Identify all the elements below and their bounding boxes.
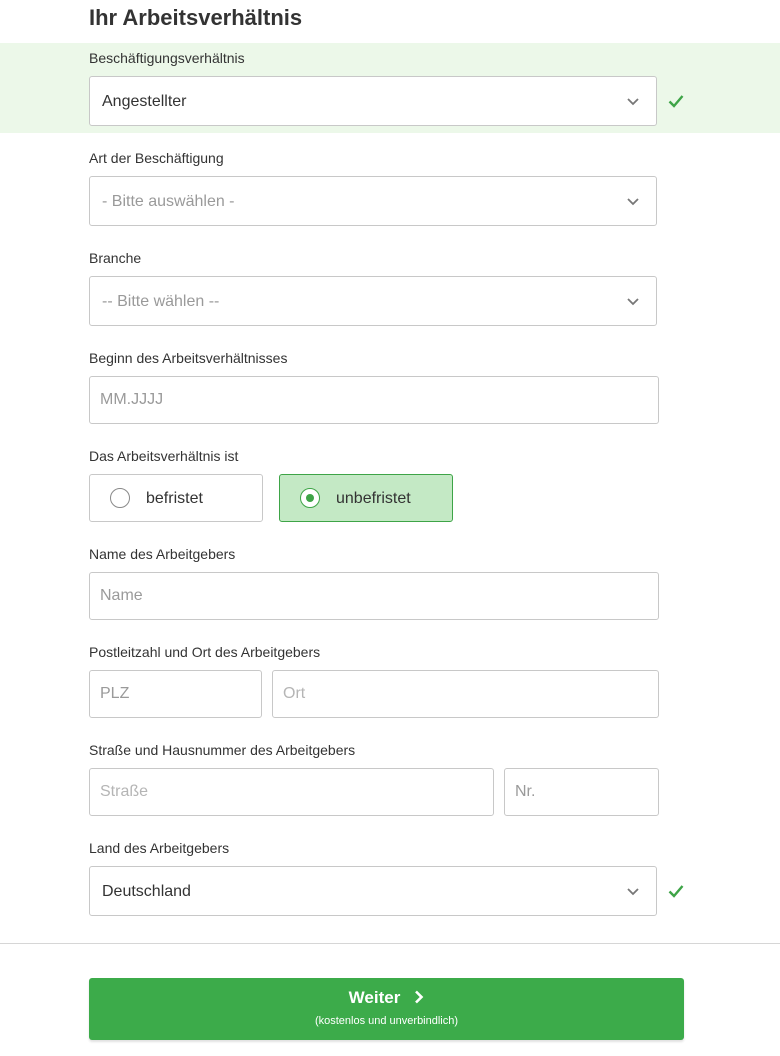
- next-button-main: Weiter: [89, 987, 684, 1009]
- next-button[interactable]: Weiter (kostenlos und unverbindlich): [89, 978, 684, 1040]
- industry-select[interactable]: -- Bitte wählen --: [89, 276, 657, 326]
- chevron-down-icon: [627, 98, 639, 106]
- city-input[interactable]: [272, 670, 659, 718]
- contract-option-label: unbefristet: [336, 490, 411, 507]
- checkmark-icon: [668, 885, 684, 898]
- next-button-label: Weiter: [348, 988, 401, 1007]
- next-button-sublabel: (kostenlos und unverbindlich): [314, 1015, 459, 1027]
- start-date-input[interactable]: [89, 376, 659, 424]
- section-title: Ihr Arbeitsverhältnis: [89, 5, 303, 30]
- contract-option-fixed-term[interactable]: befristet: [89, 474, 263, 522]
- checkmark-icon: [668, 95, 684, 108]
- industry-label: Branche: [89, 250, 142, 266]
- radio-unchecked-icon: [110, 488, 130, 508]
- chevron-down-icon: [627, 888, 639, 896]
- employer-country-select[interactable]: Deutschland: [89, 866, 657, 916]
- house-number-input[interactable]: [504, 768, 659, 816]
- industry-placeholder: -- Bitte wählen --: [102, 293, 220, 310]
- employment-status-label: Beschäftigungsverhältnis: [89, 50, 245, 66]
- employer-country-label: Land des Arbeitgebers: [89, 840, 230, 856]
- employer-name-label: Name des Arbeitgebers: [89, 546, 236, 562]
- street-input[interactable]: [89, 768, 494, 816]
- contract-option-label: befristet: [146, 490, 203, 507]
- employer-name-input[interactable]: [89, 572, 659, 620]
- divider: [0, 943, 780, 944]
- zip-input[interactable]: [89, 670, 262, 718]
- employment-type-select[interactable]: - Bitte auswählen -: [89, 176, 657, 226]
- employer-city-label: Postleitzahl und Ort des Arbeitgebers: [89, 644, 321, 660]
- chevron-down-icon: [627, 198, 639, 206]
- start-date-label: Beginn des Arbeitsverhältnisses: [89, 350, 288, 366]
- chevron-right-icon: [415, 990, 424, 1004]
- employment-status-value: Angestellter: [102, 93, 187, 110]
- employment-type-placeholder: - Bitte auswählen -: [102, 193, 235, 210]
- radio-checked-icon: [300, 488, 320, 508]
- employer-street-label: Straße und Hausnummer des Arbeitgebers: [89, 742, 356, 758]
- chevron-down-icon: [627, 298, 639, 306]
- contract-label: Das Arbeitsverhältnis ist: [89, 448, 239, 464]
- employment-status-select[interactable]: Angestellter: [89, 76, 657, 126]
- employer-country-value: Deutschland: [102, 883, 191, 900]
- contract-option-permanent[interactable]: unbefristet: [279, 474, 453, 522]
- employment-type-label: Art der Beschäftigung: [89, 150, 224, 166]
